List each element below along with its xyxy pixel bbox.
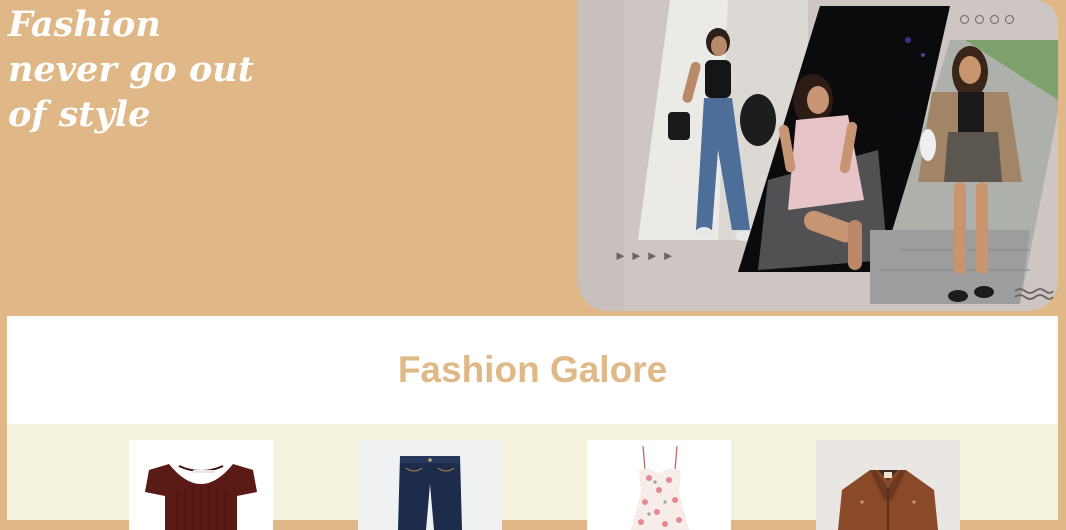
- carousel-arrows[interactable]: ►►►►: [614, 248, 677, 263]
- floral-dress-icon: [631, 445, 689, 530]
- hero-tagline-line-2: never go out: [8, 49, 254, 90]
- leather-jacket-icon: [838, 470, 938, 530]
- product-jeans[interactable]: [358, 440, 502, 530]
- product-strip: [7, 424, 1058, 530]
- waves-icon: [1014, 287, 1054, 306]
- product-knit-top[interactable]: [129, 440, 273, 530]
- product-floral-dress[interactable]: [587, 440, 731, 530]
- section-header: Fashion Galore: [7, 316, 1058, 424]
- pagination-dots-icon[interactable]: [960, 15, 1014, 24]
- dot-icon[interactable]: [975, 15, 984, 24]
- hero-tagline-line-3: of style: [8, 94, 151, 135]
- knit-top-icon: [145, 464, 257, 530]
- dot-icon[interactable]: [960, 15, 969, 24]
- collage-photo-street-jacket[interactable]: [870, 0, 1058, 311]
- product-leather-jacket[interactable]: [816, 440, 960, 530]
- hero-tagline: Fashion never go out of style: [8, 2, 254, 137]
- dot-icon[interactable]: [1005, 15, 1014, 24]
- dot-icon[interactable]: [990, 15, 999, 24]
- section-title: Fashion Galore: [397, 349, 668, 390]
- hero-tagline-line-1: Fashion: [8, 4, 161, 45]
- hero-collage: [578, 0, 1058, 311]
- jeans-icon: [398, 456, 462, 530]
